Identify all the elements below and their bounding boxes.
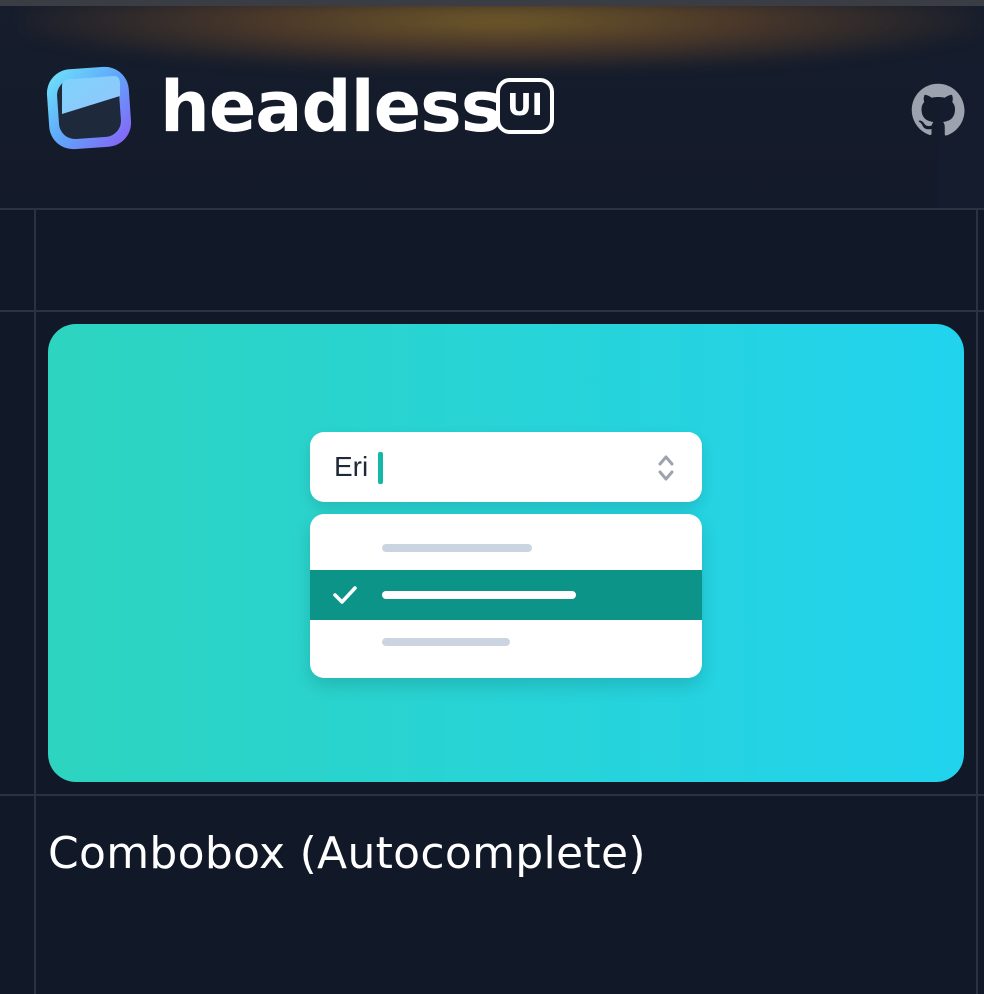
combobox-input[interactable]: Eri xyxy=(310,432,702,502)
component-title[interactable]: Combobox (Autocomplete) xyxy=(48,824,646,884)
header-glow xyxy=(20,0,980,70)
option-placeholder[interactable] xyxy=(382,544,532,552)
grid-line xyxy=(34,208,36,994)
grid-line xyxy=(0,794,984,796)
check-icon xyxy=(332,584,358,606)
github-icon[interactable] xyxy=(908,80,968,140)
chevron-up-down-icon[interactable] xyxy=(656,452,676,484)
headless-logo-icon[interactable] xyxy=(44,62,136,152)
combobox-options-list xyxy=(310,514,702,678)
grid-line xyxy=(0,310,984,312)
option-placeholder[interactable] xyxy=(382,638,510,646)
combobox-preview-card[interactable]: Eri xyxy=(48,324,964,782)
text-caret xyxy=(378,452,383,484)
option-placeholder xyxy=(382,591,576,599)
brand-badge: UI xyxy=(496,78,554,134)
brand-name: headless xyxy=(160,66,502,148)
option-selected[interactable] xyxy=(310,570,702,620)
grid-line xyxy=(0,208,984,210)
top-edge xyxy=(0,0,984,6)
page: headless UI Eri Combobox (Autocomplete) xyxy=(0,0,984,994)
combobox-input-value: Eri xyxy=(334,451,369,482)
grid-line xyxy=(976,208,978,994)
